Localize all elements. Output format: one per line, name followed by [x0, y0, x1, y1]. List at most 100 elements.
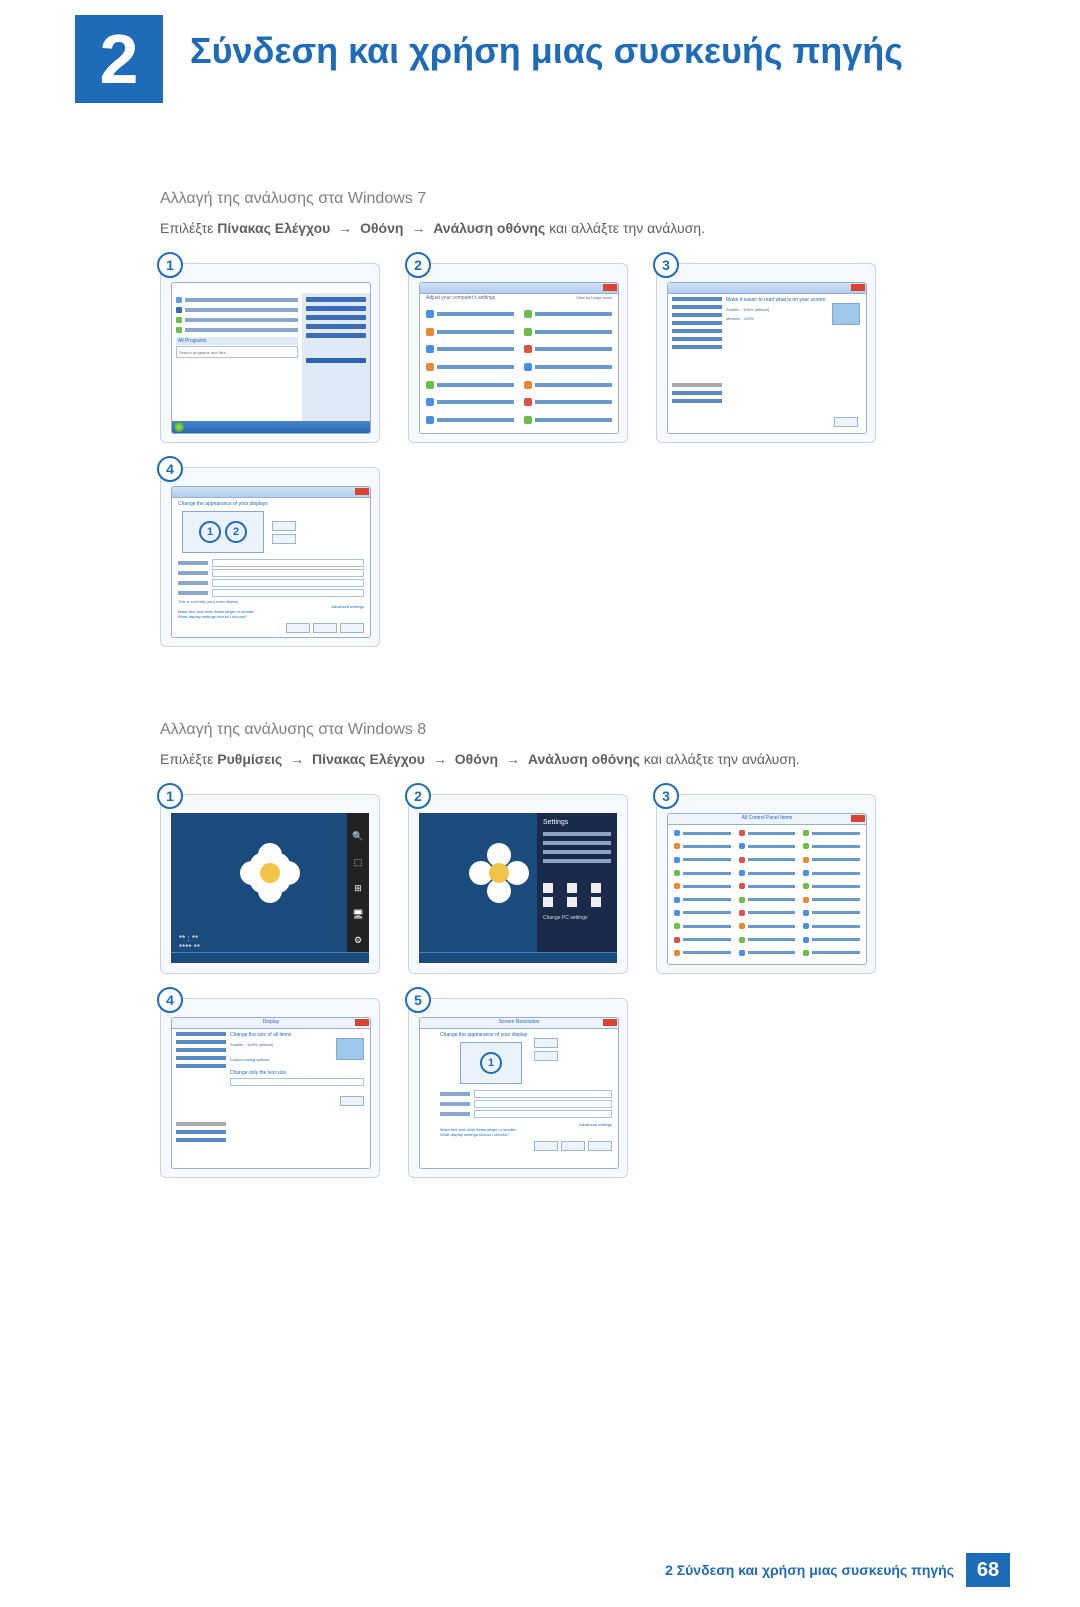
- display-select[interactable]: [212, 559, 364, 567]
- cp-item[interactable]: [426, 307, 514, 321]
- cp-item[interactable]: [739, 828, 796, 838]
- ok-button[interactable]: [286, 623, 310, 633]
- cp-item[interactable]: [739, 881, 796, 891]
- view-by[interactable]: View by Large icons: [576, 295, 612, 300]
- start-item[interactable]: [185, 298, 298, 302]
- sidebar-link[interactable]: [176, 1138, 226, 1142]
- brightness-icon[interactable]: [591, 883, 601, 893]
- cp-item[interactable]: [803, 881, 860, 891]
- sidebar-link[interactable]: [672, 399, 722, 403]
- start-right-item[interactable]: [306, 315, 366, 320]
- cp-item[interactable]: [739, 841, 796, 851]
- orientation-select[interactable]: [474, 1110, 612, 1118]
- start-item[interactable]: [185, 328, 298, 332]
- close-icon[interactable]: [851, 815, 865, 822]
- settings-item[interactable]: [543, 859, 611, 863]
- cancel-button[interactable]: [561, 1141, 585, 1151]
- cp-item[interactable]: [674, 881, 731, 891]
- close-icon[interactable]: [355, 1019, 369, 1026]
- cp-item[interactable]: [674, 894, 731, 904]
- search-icon[interactable]: 🔍: [353, 831, 363, 841]
- settings-item[interactable]: [543, 841, 611, 845]
- apply-button[interactable]: [588, 1141, 612, 1151]
- sidebar-link[interactable]: [672, 313, 722, 317]
- start-orb-icon[interactable]: [174, 422, 184, 432]
- all-programs[interactable]: All Programs: [178, 338, 207, 344]
- cp-item[interactable]: [426, 413, 514, 427]
- shutdown-button[interactable]: [306, 358, 366, 363]
- start-right-item[interactable]: [306, 333, 366, 338]
- cp-item[interactable]: [674, 921, 731, 931]
- detect-button[interactable]: [272, 521, 296, 531]
- close-icon[interactable]: [355, 488, 369, 495]
- cp-item[interactable]: [524, 307, 612, 321]
- volume-icon[interactable]: [567, 883, 577, 893]
- cp-item[interactable]: [739, 921, 796, 931]
- cp-item[interactable]: [739, 934, 796, 944]
- sidebar-link[interactable]: [672, 391, 722, 395]
- cp-item[interactable]: [524, 396, 612, 410]
- cp-item[interactable]: [803, 934, 860, 944]
- start-right-item[interactable]: [306, 324, 366, 329]
- settings-item[interactable]: [543, 850, 611, 854]
- cp-item[interactable]: [803, 921, 860, 931]
- sidebar-link[interactable]: [176, 1056, 226, 1060]
- close-icon[interactable]: [603, 284, 617, 291]
- apply-button[interactable]: [834, 417, 858, 427]
- cp-item[interactable]: [524, 413, 612, 427]
- keyboard-icon[interactable]: [591, 897, 601, 907]
- cp-item[interactable]: [803, 828, 860, 838]
- cp-item[interactable]: [674, 934, 731, 944]
- cp-item[interactable]: [803, 855, 860, 865]
- cp-item[interactable]: [674, 948, 731, 958]
- resolution-select[interactable]: [212, 569, 364, 577]
- text-select[interactable]: [230, 1078, 364, 1086]
- display-select[interactable]: [474, 1090, 612, 1098]
- cp-item[interactable]: [674, 868, 731, 878]
- cp-item[interactable]: [739, 868, 796, 878]
- cp-item[interactable]: [426, 396, 514, 410]
- cp-item[interactable]: [739, 948, 796, 958]
- cp-item[interactable]: [803, 894, 860, 904]
- apply-button[interactable]: [340, 623, 364, 633]
- sidebar-link[interactable]: [672, 337, 722, 341]
- cp-item[interactable]: [524, 378, 612, 392]
- apply-button[interactable]: [340, 1096, 364, 1106]
- cancel-button[interactable]: [313, 623, 337, 633]
- power-icon[interactable]: [567, 897, 577, 907]
- cp-item[interactable]: [803, 948, 860, 958]
- cp-item[interactable]: [803, 841, 860, 851]
- network-icon[interactable]: [543, 883, 553, 893]
- cp-item[interactable]: [426, 342, 514, 356]
- sidebar-link[interactable]: [176, 1032, 226, 1036]
- sidebar-link[interactable]: [672, 321, 722, 325]
- search-input[interactable]: [176, 346, 298, 358]
- cp-item[interactable]: [803, 868, 860, 878]
- ok-button[interactable]: [534, 1141, 558, 1151]
- cp-item[interactable]: [426, 360, 514, 374]
- cp-item[interactable]: [803, 908, 860, 918]
- start-right-item[interactable]: [306, 297, 366, 302]
- start-item[interactable]: [185, 318, 298, 322]
- identify-button[interactable]: [534, 1051, 558, 1061]
- taskbar[interactable]: [419, 952, 617, 963]
- cp-item[interactable]: [739, 908, 796, 918]
- sidebar-link[interactable]: [672, 305, 722, 309]
- cp-item[interactable]: [674, 908, 731, 918]
- help-link[interactable]: What display settings should I choose?: [178, 614, 364, 619]
- cp-item[interactable]: [739, 894, 796, 904]
- cp-item[interactable]: [674, 855, 731, 865]
- notifications-icon[interactable]: [543, 897, 553, 907]
- change-pc-settings[interactable]: Change PC settings: [543, 915, 611, 921]
- start-icon[interactable]: ⊞: [353, 883, 363, 893]
- settings-icon[interactable]: ⚙: [353, 935, 363, 945]
- cp-item[interactable]: [524, 325, 612, 339]
- detect-button[interactable]: [534, 1038, 558, 1048]
- devices-icon[interactable]: 🖥: [353, 909, 363, 919]
- close-icon[interactable]: [603, 1019, 617, 1026]
- cp-item[interactable]: [739, 855, 796, 865]
- orientation-select[interactable]: [212, 579, 364, 587]
- cp-item[interactable]: [524, 360, 612, 374]
- settings-item[interactable]: [543, 832, 611, 836]
- multiple-select[interactable]: [212, 589, 364, 597]
